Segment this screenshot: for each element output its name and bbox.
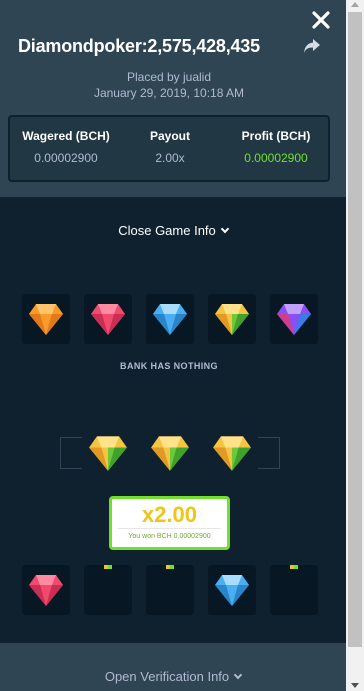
yellow-green-gem-icon — [151, 436, 189, 471]
hand-bracket-right — [258, 437, 280, 469]
close-game-info-label: Close Game Info — [118, 223, 216, 238]
scroll-down-arrow-icon[interactable] — [351, 683, 359, 688]
wagered-label: Wagered (BCH) — [22, 129, 110, 143]
blue-gem-icon — [153, 304, 187, 335]
game-info-panel: Close Game Info BANK HAS NOTHING x2.00 Y… — [0, 197, 346, 643]
yellow-green-gem-icon — [215, 304, 249, 335]
yellow-green-gem-icon — [89, 436, 127, 471]
wagered-value: 0.00002900 — [34, 151, 98, 165]
purple-gem-icon — [277, 304, 311, 335]
close-icon[interactable] — [310, 9, 332, 31]
dealer-gem-slot — [22, 565, 70, 615]
scrollbar-thumb[interactable] — [348, 12, 362, 647]
result-multiplier: x2.00 — [141, 502, 198, 527]
bank-gem-slot — [146, 294, 194, 344]
bet-details-modal: Diamondpoker:2,575,428,435 Placed by jua… — [0, 0, 346, 691]
result-won-text: You won BCH 0.00002900 — [128, 533, 211, 540]
wagered-stat: Wagered (BCH) 0.00002900 — [18, 129, 114, 165]
share-icon[interactable] — [303, 38, 321, 54]
placed-by: Placed by jualid — [126, 70, 212, 84]
bank-gem-slot — [22, 294, 70, 344]
bet-title: Diamondpoker:2,575,428,435 — [18, 36, 260, 56]
scrollbar[interactable] — [346, 0, 364, 691]
profit-stat: Profit (BCH) 0.00002900 — [230, 129, 322, 165]
bank-gem-slot — [270, 294, 318, 344]
bank-gem-slot — [84, 294, 132, 344]
scroll-up-arrow-icon[interactable] — [351, 2, 359, 7]
open-verification-button[interactable]: Open Verification Info — [0, 669, 346, 684]
result-card: x2.00 You won BCH 0.00002900 — [109, 496, 230, 550]
bank-status: BANK HAS NOTHING — [120, 361, 218, 371]
empty-slot-marker — [104, 565, 112, 569]
chevron-down-icon — [233, 670, 243, 680]
dealer-gem-slot — [84, 565, 132, 615]
empty-slot-marker — [166, 565, 174, 569]
bet-date: January 29, 2019, 10:18 AM — [93, 86, 245, 100]
profit-value: 0.00002900 — [244, 151, 308, 165]
dealer-gem-slot — [208, 565, 256, 615]
bet-stats: Wagered (BCH) 0.00002900 Payout 2.00x Pr… — [8, 115, 330, 182]
close-game-info-button[interactable]: Close Game Info — [0, 223, 346, 238]
result-divider — [118, 528, 221, 529]
open-verification-label: Open Verification Info — [104, 669, 230, 684]
payout-value: 2.00x — [155, 151, 185, 165]
bank-gem-slot — [208, 294, 256, 344]
payout-label: Payout — [149, 129, 190, 143]
blue-gem-icon — [215, 575, 249, 606]
empty-slot-marker — [290, 565, 298, 569]
title-row: Diamondpoker:2,575,428,435 — [18, 36, 328, 58]
yellow-green-gem-icon — [213, 436, 251, 471]
pink-gem-icon — [91, 304, 125, 335]
orange-gem-icon — [29, 304, 63, 335]
dealer-gem-slot — [146, 565, 194, 615]
pink-gem-icon — [29, 575, 63, 606]
bet-header: Diamondpoker:2,575,428,435 Placed by jua… — [0, 0, 346, 197]
hand-bracket-left — [60, 437, 82, 469]
chevron-down-icon — [220, 224, 230, 234]
profit-label: Profit (BCH) — [241, 129, 311, 143]
dealer-gem-slot — [270, 565, 318, 615]
payout-stat: Payout 2.00x — [125, 129, 215, 165]
verification-footer: Open Verification Info — [0, 643, 346, 691]
